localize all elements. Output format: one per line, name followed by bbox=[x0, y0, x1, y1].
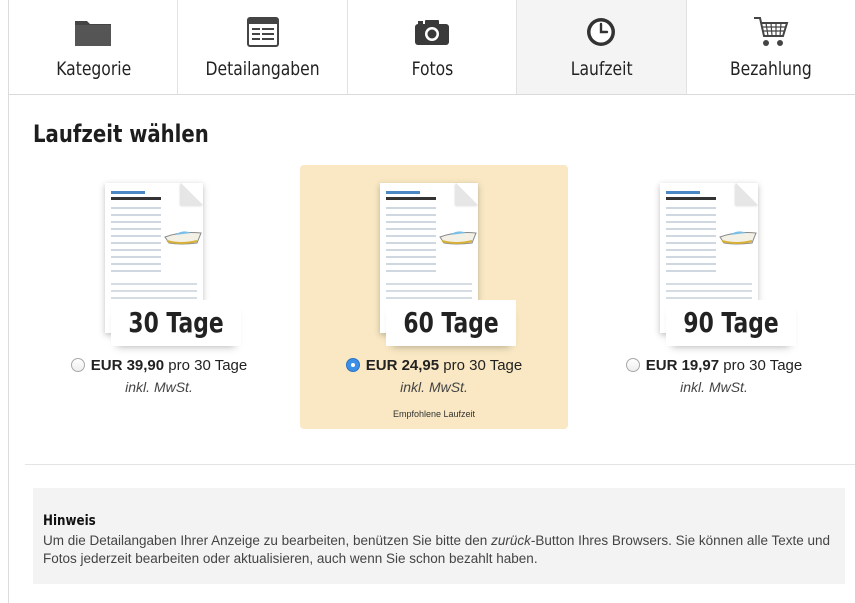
step-laufzeit[interactable]: Laufzeit bbox=[517, 0, 687, 94]
boat-icon bbox=[719, 231, 757, 245]
duration-label: 60 Tage bbox=[403, 306, 499, 339]
form-icon bbox=[243, 14, 283, 50]
duration-radio-60[interactable] bbox=[345, 358, 360, 372]
price-period: pro 30 Tage bbox=[723, 357, 803, 374]
vat-note: inkl. MwSt. bbox=[125, 379, 193, 395]
duration-option-30[interactable]: 30 Tage EUR 39,90 pro 30 Tage inkl. MwSt… bbox=[25, 165, 293, 429]
boat-icon bbox=[164, 231, 202, 245]
clock-icon bbox=[581, 14, 621, 50]
hint-text: Um die Detailangaben Ihrer Anzeige zu be… bbox=[43, 533, 830, 566]
price: EUR 24,95 bbox=[365, 357, 440, 374]
duration-option-60[interactable]: 60 Tage EUR 24,95 pro 30 Tage inkl. MwSt… bbox=[300, 165, 568, 429]
hint-title: Hinweis bbox=[43, 513, 96, 529]
vat-note: inkl. MwSt. bbox=[400, 379, 468, 395]
price: EUR 19,97 bbox=[645, 357, 720, 374]
folder-icon bbox=[73, 14, 113, 50]
document-preview: 90 Tage bbox=[640, 177, 796, 346]
boat-icon bbox=[439, 231, 477, 245]
step-label: Kategorie bbox=[55, 58, 131, 80]
document-preview: 60 Tage bbox=[360, 177, 516, 346]
back-button-reference: zurück bbox=[491, 533, 531, 548]
step-bezahlung[interactable]: Bezahlung bbox=[687, 0, 855, 94]
page-title: Laufzeit wählen bbox=[33, 120, 209, 148]
price: EUR 39,90 bbox=[90, 357, 165, 374]
divider bbox=[25, 464, 855, 465]
step-label: Laufzeit bbox=[570, 58, 633, 80]
step-navigation: Kategorie Detailangaben Fotos Laufzeit B… bbox=[9, 0, 855, 95]
step-label: Bezahlung bbox=[729, 58, 812, 80]
recommended-badge: Empfohlene Laufzeit bbox=[392, 409, 476, 419]
step-detailangaben[interactable]: Detailangaben bbox=[178, 0, 348, 94]
document-preview: 30 Tage bbox=[85, 177, 241, 346]
hint-box: Hinweis Um die Detailangaben Ihrer Anzei… bbox=[33, 488, 845, 584]
step-label: Detailangaben bbox=[205, 58, 320, 80]
duration-option-90[interactable]: 90 Tage EUR 19,97 pro 30 Tage inkl. MwSt… bbox=[580, 165, 848, 429]
vat-note: inkl. MwSt. bbox=[680, 379, 748, 395]
price-period: pro 30 Tage bbox=[168, 357, 248, 374]
step-label: Fotos bbox=[411, 58, 453, 80]
camera-icon bbox=[412, 14, 452, 50]
step-kategorie[interactable]: Kategorie bbox=[9, 0, 179, 94]
price-period: pro 30 Tage bbox=[443, 357, 523, 374]
duration-label: 90 Tage bbox=[683, 306, 779, 339]
duration-radio-90[interactable] bbox=[625, 358, 640, 372]
duration-label: 30 Tage bbox=[128, 306, 224, 339]
duration-radio-30[interactable] bbox=[70, 358, 85, 372]
step-fotos[interactable]: Fotos bbox=[348, 0, 518, 94]
cart-icon bbox=[751, 14, 791, 50]
